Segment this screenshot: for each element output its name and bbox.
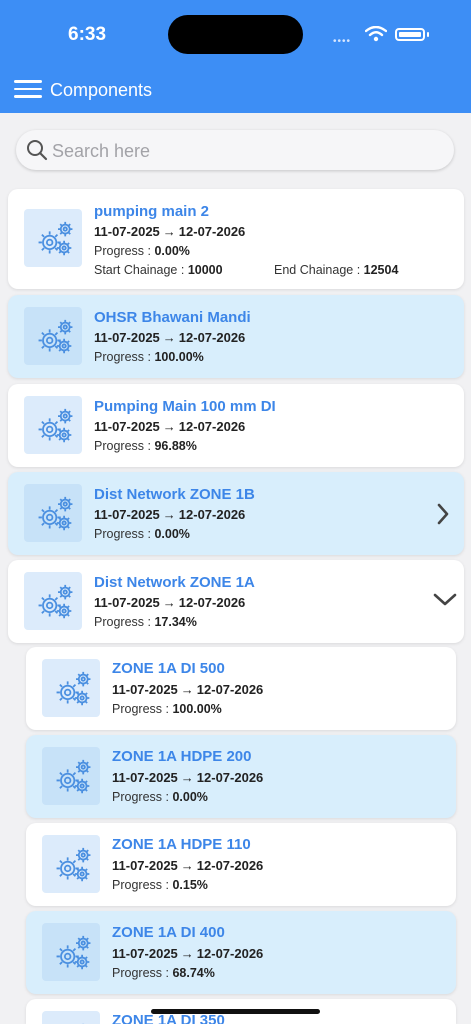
subcomponent-dates: 11-07-2025 → 12-07-2026 [112,770,264,785]
signal-dots-icon: •••• [333,36,352,47]
component-card[interactable]: OHSR Bhawani Mandi 11-07-2025 → 12-07-2026… [8,295,464,378]
gears-icon [42,659,100,717]
component-progress: Progress : 0.00% [94,527,190,541]
component-dates: 11-07-2025 → 12-07-2026 [94,507,246,522]
home-indicator[interactable] [151,1009,320,1014]
start-chainage: Start Chainage : 10000 [94,263,223,277]
component-dates: 11-07-2025 → 12-07-2026 [94,595,246,610]
search-icon [27,140,48,161]
component-name: OHSR Bhawani Mandi [94,309,251,326]
subcomponent-progress: Progress : 100.00% [112,702,222,716]
search-input[interactable] [50,136,444,166]
component-dates: 11-07-2025 → 12-07-2026 [94,330,246,345]
chevron-down-icon[interactable] [432,592,458,608]
battery-icon [395,28,425,41]
component-card[interactable]: Pumping Main 100 mm DI 11-07-2025 → 12-07-… [8,384,464,467]
subcomponent-card[interactable]: ZONE 1A HDPE 110 11-07-2025 → 12-07-2026 P… [26,823,456,906]
gears-icon [42,747,100,805]
chevron-right-icon[interactable] [436,502,450,526]
subcomponent-card[interactable]: ZONE 1A HDPE 200 11-07-2025 → 12-07-2026 P… [26,735,456,818]
component-dates: 11-07-2025 → 12-07-2026 [94,419,246,434]
subcomponent-dates: 11-07-2025 → 12-07-2026 [112,682,264,697]
component-name: Dist Network ZONE 1B [94,486,255,503]
subcomponent-progress: Progress : 68.74% [112,966,215,980]
gears-icon [42,835,100,893]
component-name: Pumping Main 100 mm DI [94,398,276,415]
gears-icon [24,307,82,365]
subcomponent-card[interactable]: ZONE 1A DI 400 11-07-2025 → 12-07-2026 Pro… [26,911,456,994]
gears-icon [24,209,82,267]
gears-icon [42,923,100,981]
component-card[interactable]: pumping main 2 11-07-2025 → 12-07-2026 Pro… [8,189,464,289]
subcomponent-progress: Progress : 0.00% [112,790,208,804]
gears-icon [24,572,82,630]
battery-tip [427,32,429,37]
subcomponent-name: ZONE 1A HDPE 200 [112,748,252,765]
subcomponent-card[interactable]: ZONE 1A DI 500 11-07-2025 → 12-07-2026 Pro… [26,647,456,730]
gears-icon [24,484,82,542]
dynamic-island [168,15,303,54]
status-time: 6:33 [68,24,107,45]
page-title: Components [50,80,153,100]
end-chainage: End Chainage : 12504 [274,263,399,277]
gears-icon [42,1011,100,1024]
component-progress: Progress : 96.88% [94,439,197,453]
component-progress: Progress : 0.00% [94,244,190,258]
component-progress: Progress : 17.34% [94,615,197,629]
subcomponent-name: ZONE 1A DI 500 [112,660,225,677]
hamburger-menu-icon[interactable] [14,80,42,100]
component-name: Dist Network ZONE 1A [94,574,255,591]
wifi-icon [365,26,387,42]
subcomponent-name: ZONE 1A DI 400 [112,924,225,941]
component-card[interactable]: Dist Network ZONE 1B 11-07-2025 → 12-07-20… [8,472,464,555]
component-progress: Progress : 100.00% [94,350,204,364]
component-name: pumping main 2 [94,203,210,220]
subcomponent-name: ZONE 1A HDPE 110 [112,836,251,853]
subcomponent-dates: 11-07-2025 → 12-07-2026 [112,946,264,961]
component-dates: 11-07-2025 → 12-07-2026 [94,224,246,239]
gears-icon [24,396,82,454]
subcomponent-dates: 11-07-2025 → 12-07-2026 [112,858,264,873]
component-card-expanded[interactable]: Dist Network ZONE 1A 11-07-2025 → 12-07-20… [8,560,464,643]
search-bar [16,130,454,170]
subcomponent-progress: Progress : 0.15% [112,878,208,892]
